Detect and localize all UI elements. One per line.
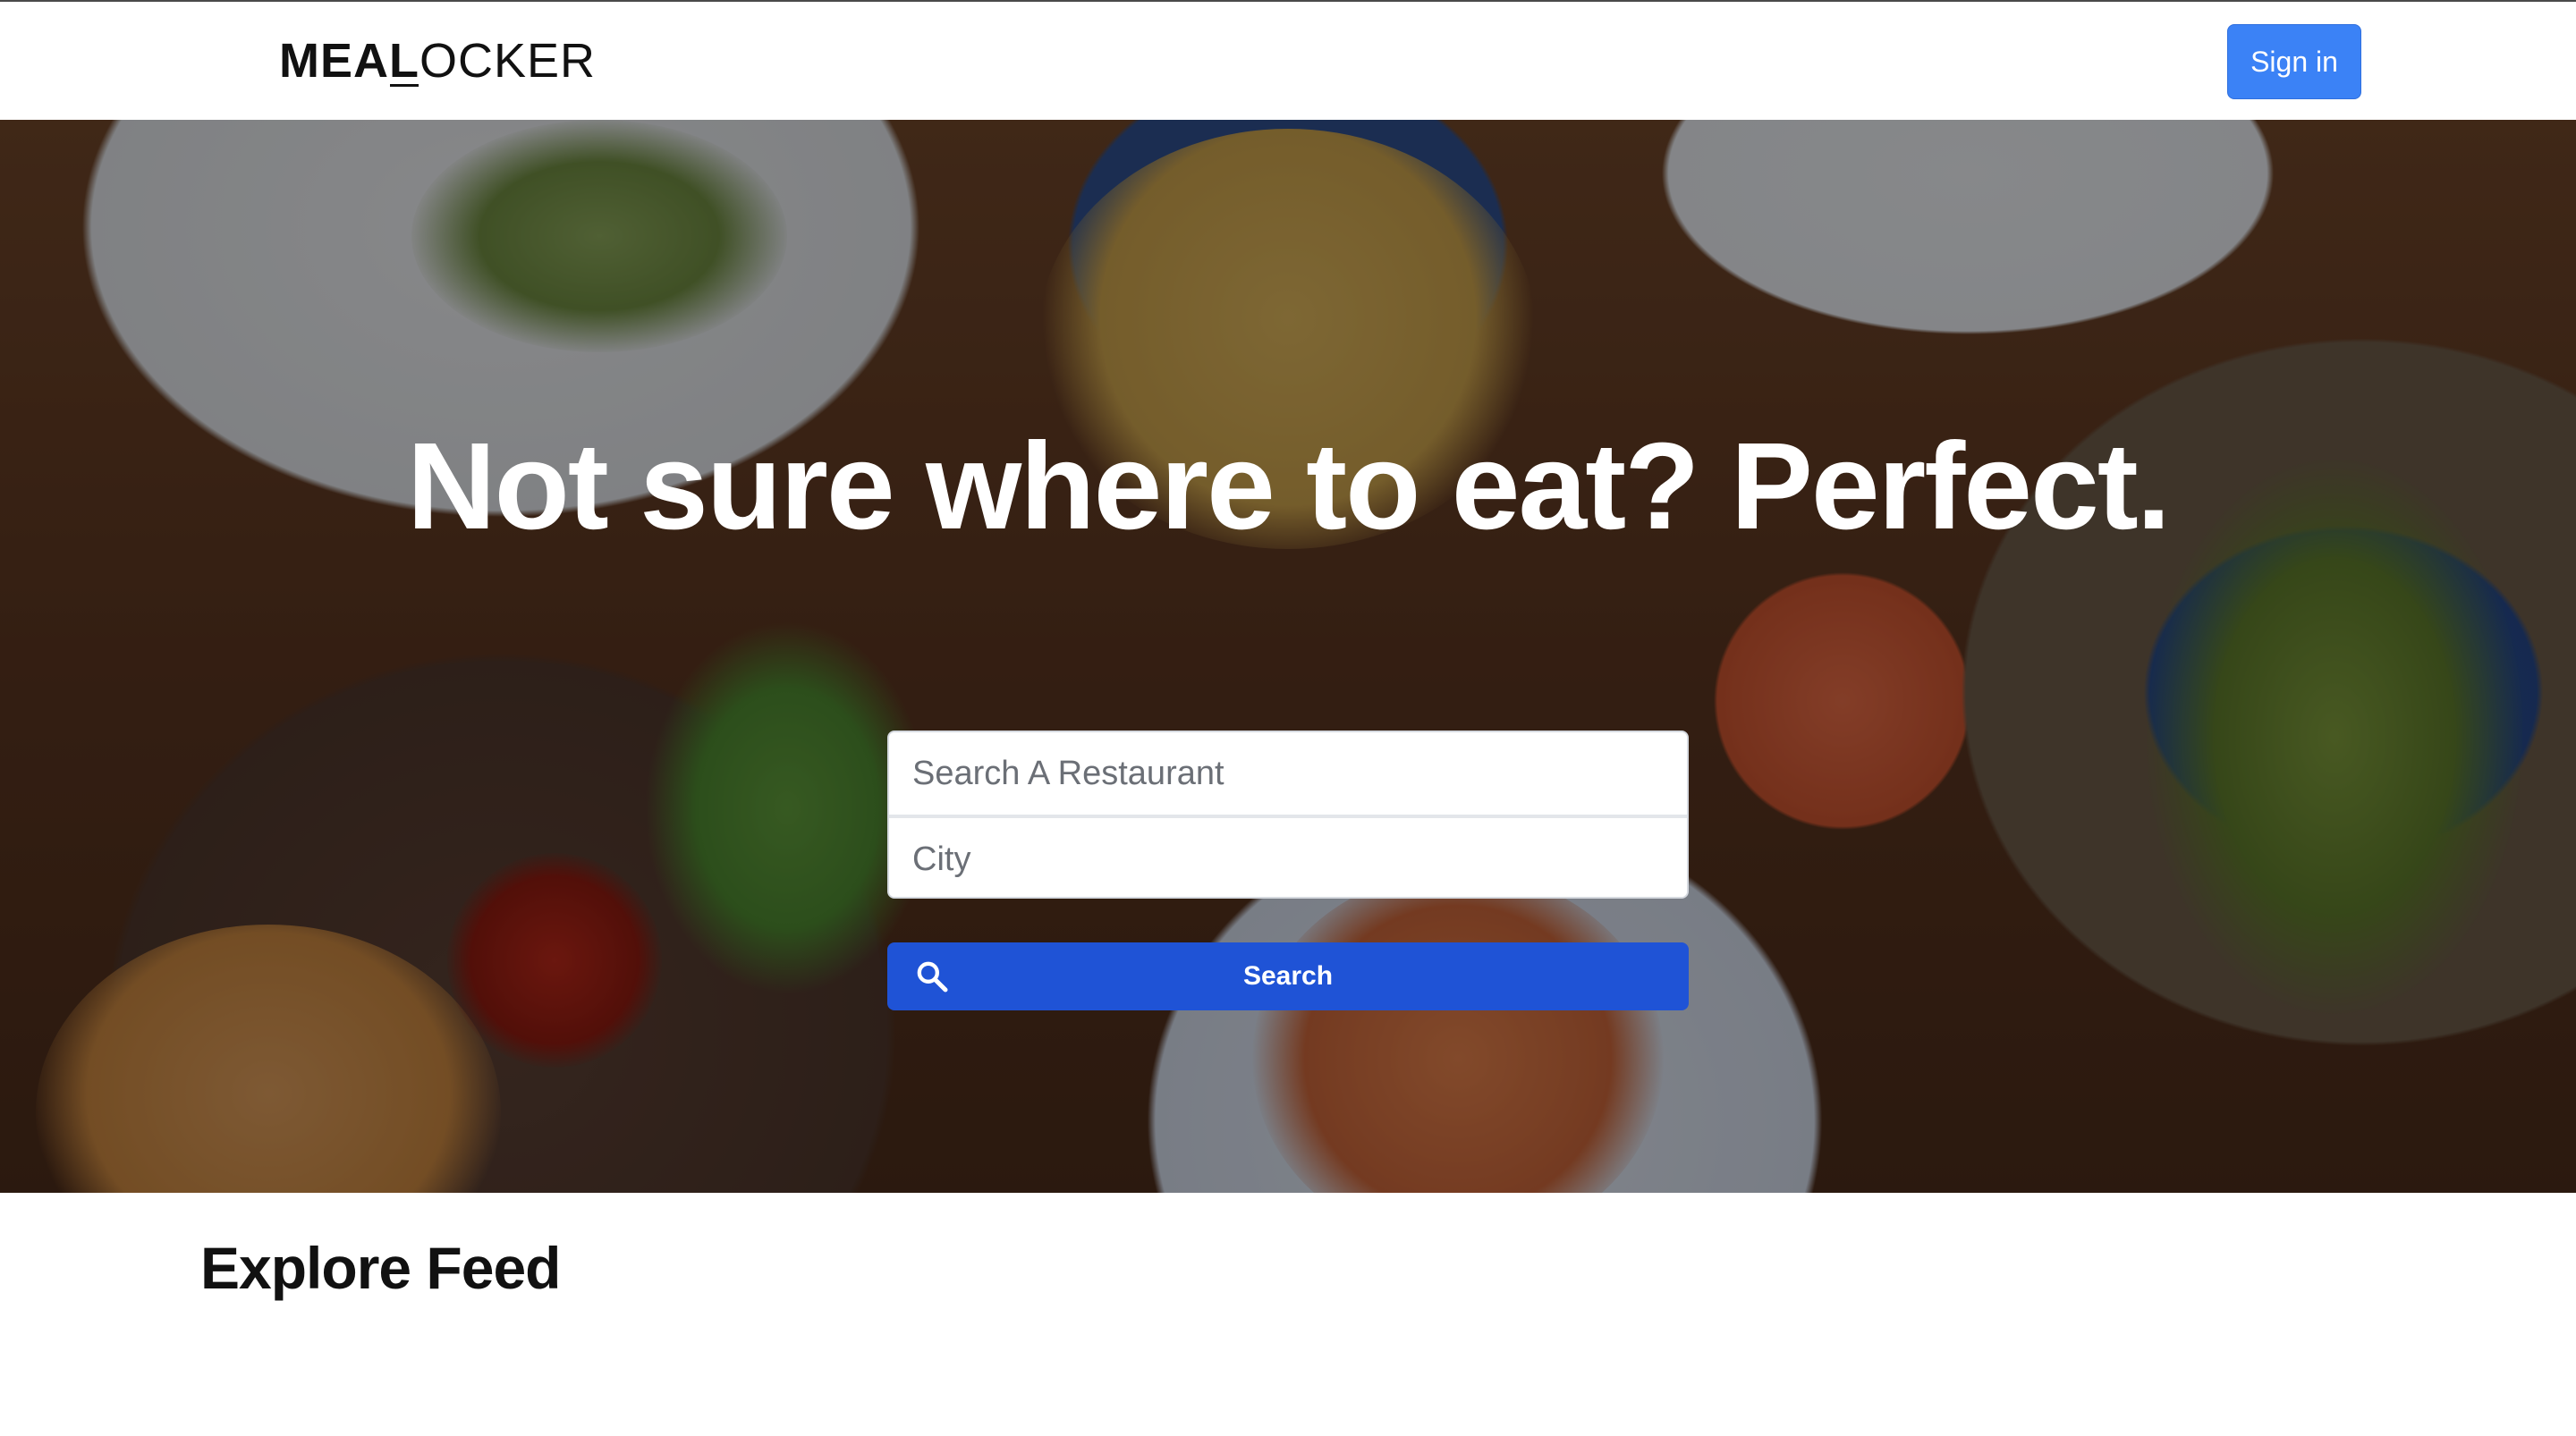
logo-bold-text: MEAL — [279, 34, 419, 88]
logo-underline — [390, 84, 419, 87]
search-form — [887, 731, 1689, 899]
hero-overlay — [0, 120, 2576, 1193]
search-button[interactable]: Search — [887, 942, 1689, 1010]
restaurant-search-input[interactable] — [889, 732, 1687, 815]
logo-light-text: OCKER — [419, 34, 597, 88]
city-input[interactable] — [889, 818, 1687, 897]
explore-feed-heading: Explore Feed — [200, 1235, 561, 1301]
navbar: MEAL OCKER Sign in — [0, 2, 2576, 120]
mealocker-logo[interactable]: MEAL OCKER — [279, 34, 597, 88]
search-button-label: Search — [1242, 961, 1334, 991]
hero-banner: Not sure where to eat? Perfect. Search — [0, 120, 2576, 1193]
sign-in-button[interactable]: Sign in — [2227, 24, 2361, 99]
hero-title: Not sure where to eat? Perfect. — [406, 418, 2171, 555]
